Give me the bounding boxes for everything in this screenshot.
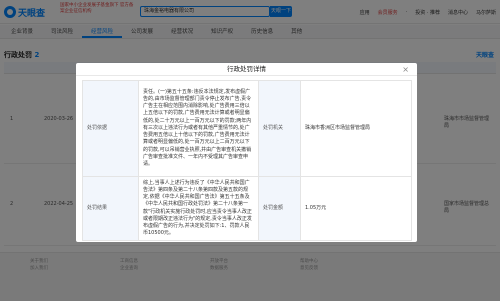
- value-penalty-authority: 珠海市香洲区市场监督管理局: [300, 80, 412, 177]
- modal-header: 行政处罚详情 ×: [76, 63, 417, 76]
- detail-row-basis: 处罚依据 责任。(一)第五十五条:违反本法规定,发布虚假广告的,由市场监督管理部…: [82, 80, 412, 177]
- value-penalty-result: 综上,当事人上述行为违反了《中华人民共和国广告法》第四条及第二十八条第四款及第五…: [138, 176, 259, 241]
- penalty-detail-modal: 行政处罚详情 × 处罚依据 责任。(一)第五十五条:违反本法规定,发布虚假广告的…: [76, 63, 417, 242]
- label-penalty-authority: 处罚机关: [258, 80, 301, 177]
- label-penalty-amount: 处罚金额: [258, 176, 301, 241]
- detail-table: 处罚依据 责任。(一)第五十五条:违反本法规定,发布虚假广告的,由市场监督管理部…: [82, 80, 412, 241]
- detail-row-result: 处罚结果 综上,当事人上述行为违反了《中华人民共和国广告法》第四条及第二十八条第…: [82, 176, 412, 241]
- value-penalty-amount: 1.05万元: [300, 176, 412, 241]
- label-penalty-basis: 处罚依据: [82, 80, 139, 177]
- close-icon[interactable]: ×: [402, 65, 409, 74]
- label-penalty-result: 处罚结果: [82, 176, 139, 241]
- value-penalty-basis: 责任。(一)第五十五条:违反本法规定,发布虚假广告的,由市场监督管理部门责令停止…: [138, 80, 259, 177]
- modal-title: 行政处罚详情: [227, 65, 266, 73]
